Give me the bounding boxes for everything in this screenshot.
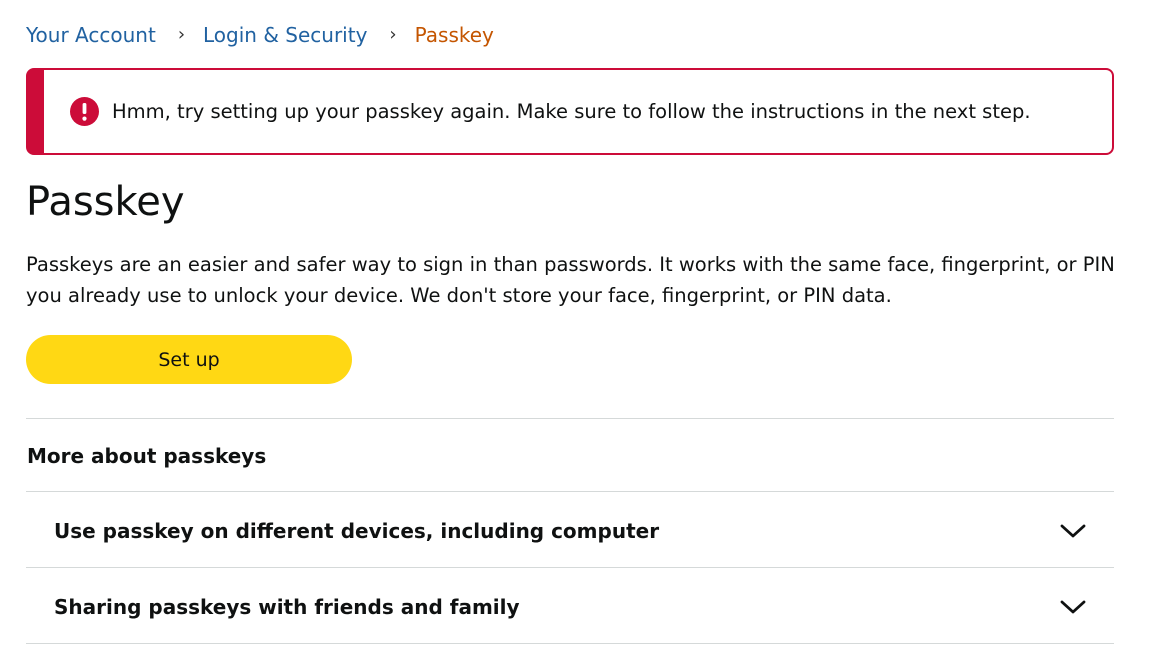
breadcrumb: Your Account › Login & Security › Passke…	[26, 21, 494, 49]
divider	[26, 567, 1114, 568]
passkey-description: Passkeys are an easier and safer way to …	[26, 253, 1115, 307]
breadcrumb-login-security[interactable]: Login & Security	[203, 21, 367, 49]
error-icon	[70, 97, 99, 126]
error-alert: Hmm, try setting up your passkey again. …	[26, 68, 1114, 155]
breadcrumb-separator: ›	[177, 24, 186, 45]
divider	[26, 491, 1114, 492]
breadcrumb-current-passkey: Passkey	[414, 23, 494, 47]
chevron-down-icon[interactable]	[1059, 522, 1087, 540]
page-title: Passkey	[26, 179, 185, 225]
alert-message: Hmm, try setting up your passkey again. …	[112, 100, 1031, 123]
breadcrumb-your-account[interactable]: Your Account	[26, 21, 156, 49]
accordion-label: Sharing passkeys with friends and family	[54, 594, 520, 619]
more-about-passkeys-heading: More about passkeys	[27, 444, 267, 468]
accordion-label: Use passkey on different devices, includ…	[54, 518, 660, 543]
accordion-sharing-passkeys[interactable]: Sharing passkeys with friends and family	[26, 569, 1114, 644]
chevron-down-icon[interactable]	[1059, 598, 1087, 616]
accordion-use-passkey-devices[interactable]: Use passkey on different devices, includ…	[26, 493, 1114, 568]
divider	[26, 643, 1114, 644]
breadcrumb-separator: ›	[389, 24, 397, 45]
passkey-page: Your Account › Login & Security › Passke…	[0, 0, 1154, 651]
divider	[26, 418, 1114, 419]
set-up-button[interactable]: Set up	[26, 335, 352, 384]
